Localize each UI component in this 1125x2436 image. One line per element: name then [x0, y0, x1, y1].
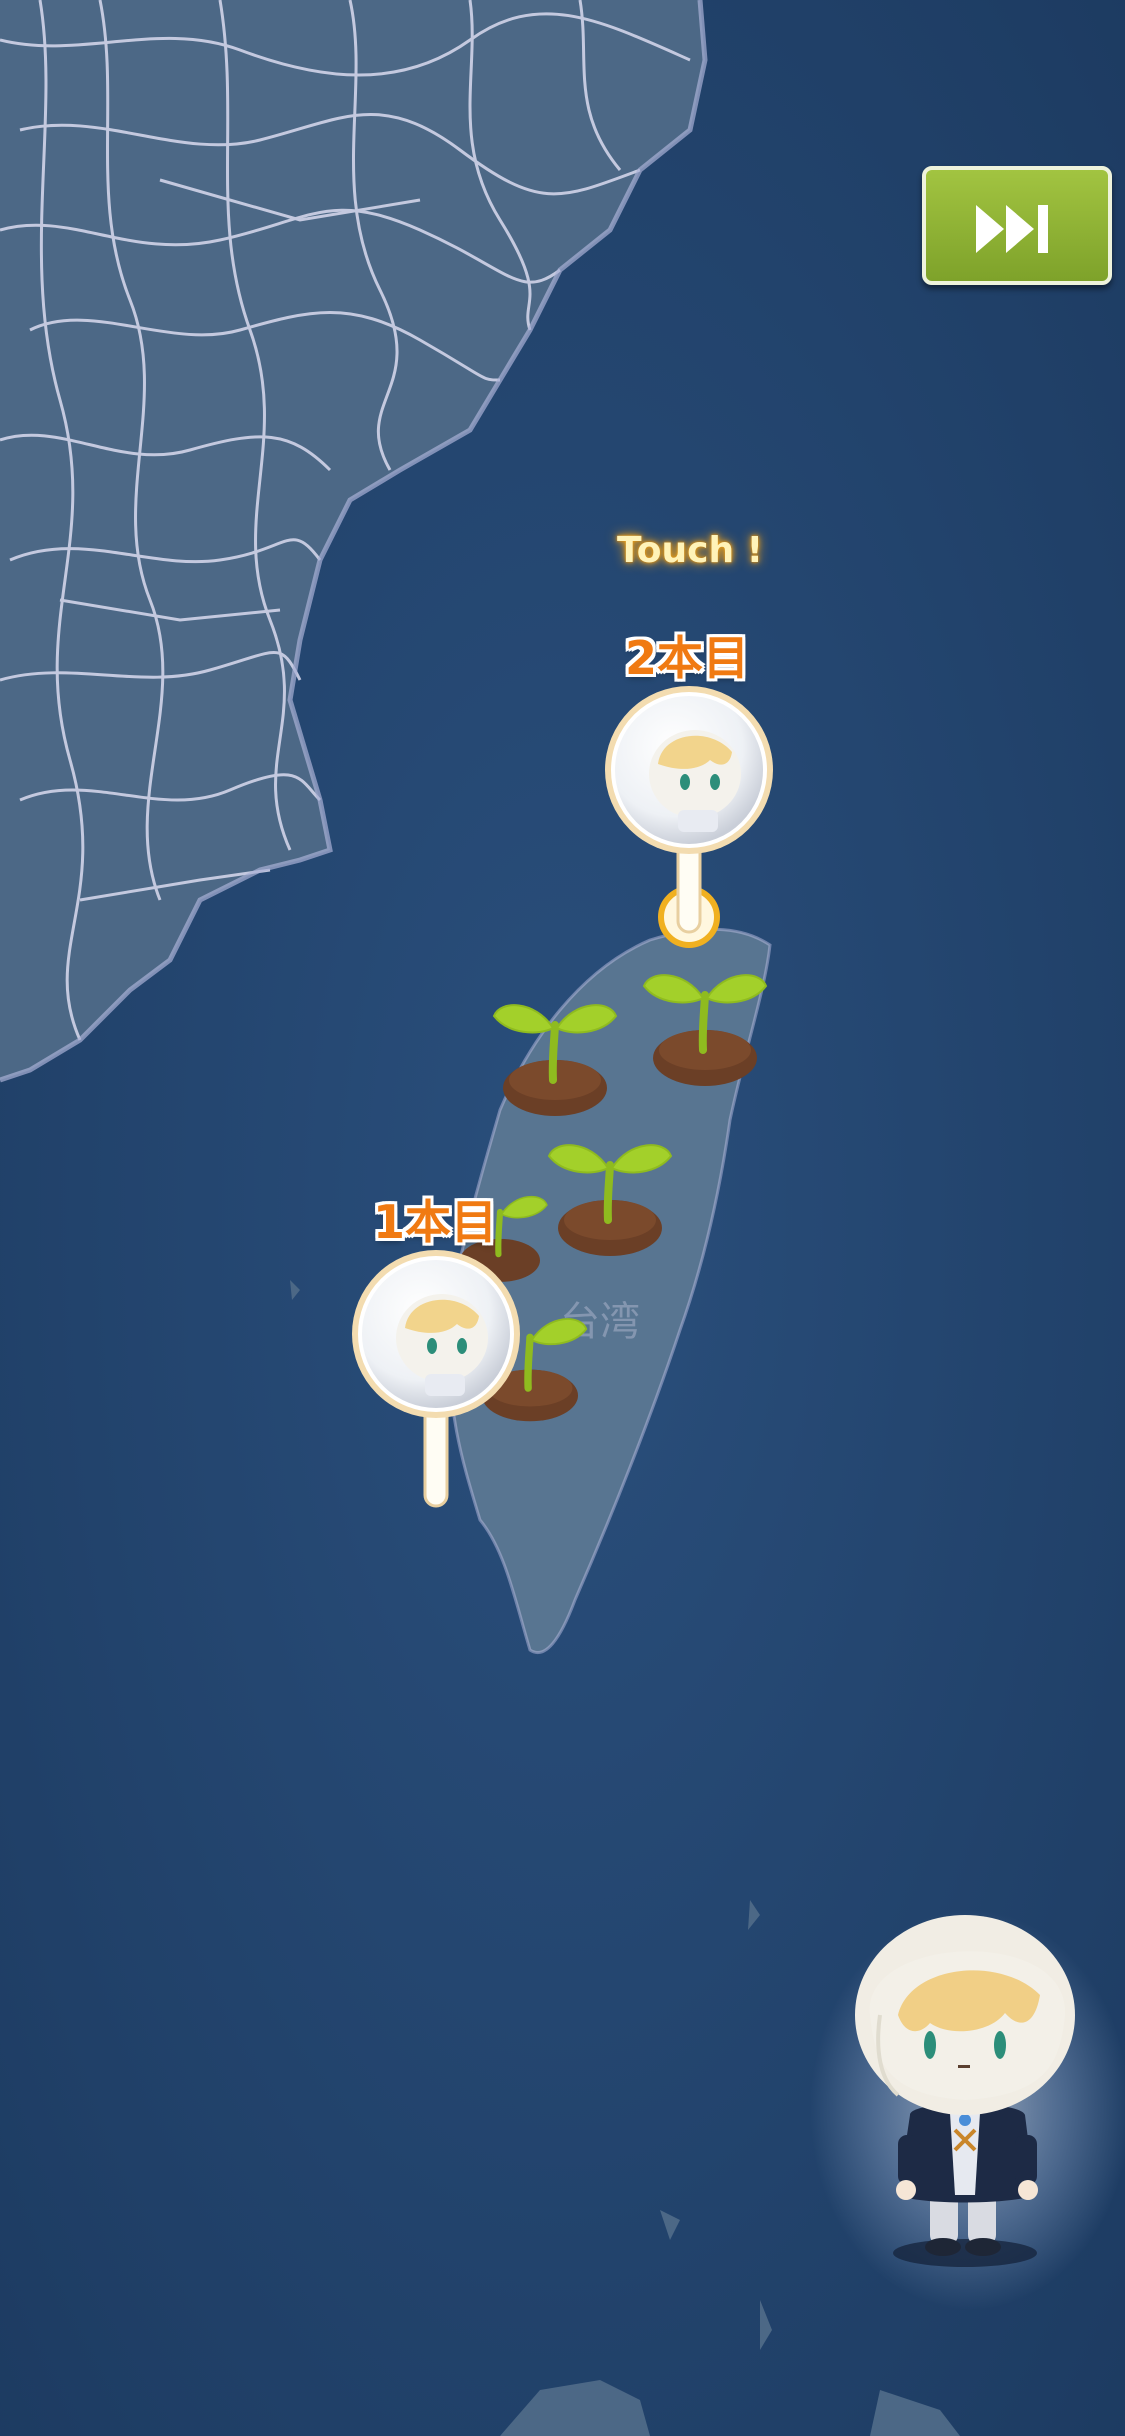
marker-2-label: 2本目 [624, 631, 749, 685]
sprout-2 [642, 974, 768, 1086]
marker-1-label: 1本目 [372, 1195, 497, 1249]
chibi-character[interactable] [850, 1895, 1090, 2275]
sprout-3 [547, 1144, 673, 1256]
fast-forward-icon [976, 205, 1048, 253]
touch-prompt: Touch ! [616, 530, 764, 571]
sprout-1 [492, 1004, 618, 1116]
skip-button[interactable] [922, 166, 1112, 285]
marker-1-pin[interactable] [347, 1246, 525, 1516]
marker-2-pin[interactable] [600, 682, 778, 972]
